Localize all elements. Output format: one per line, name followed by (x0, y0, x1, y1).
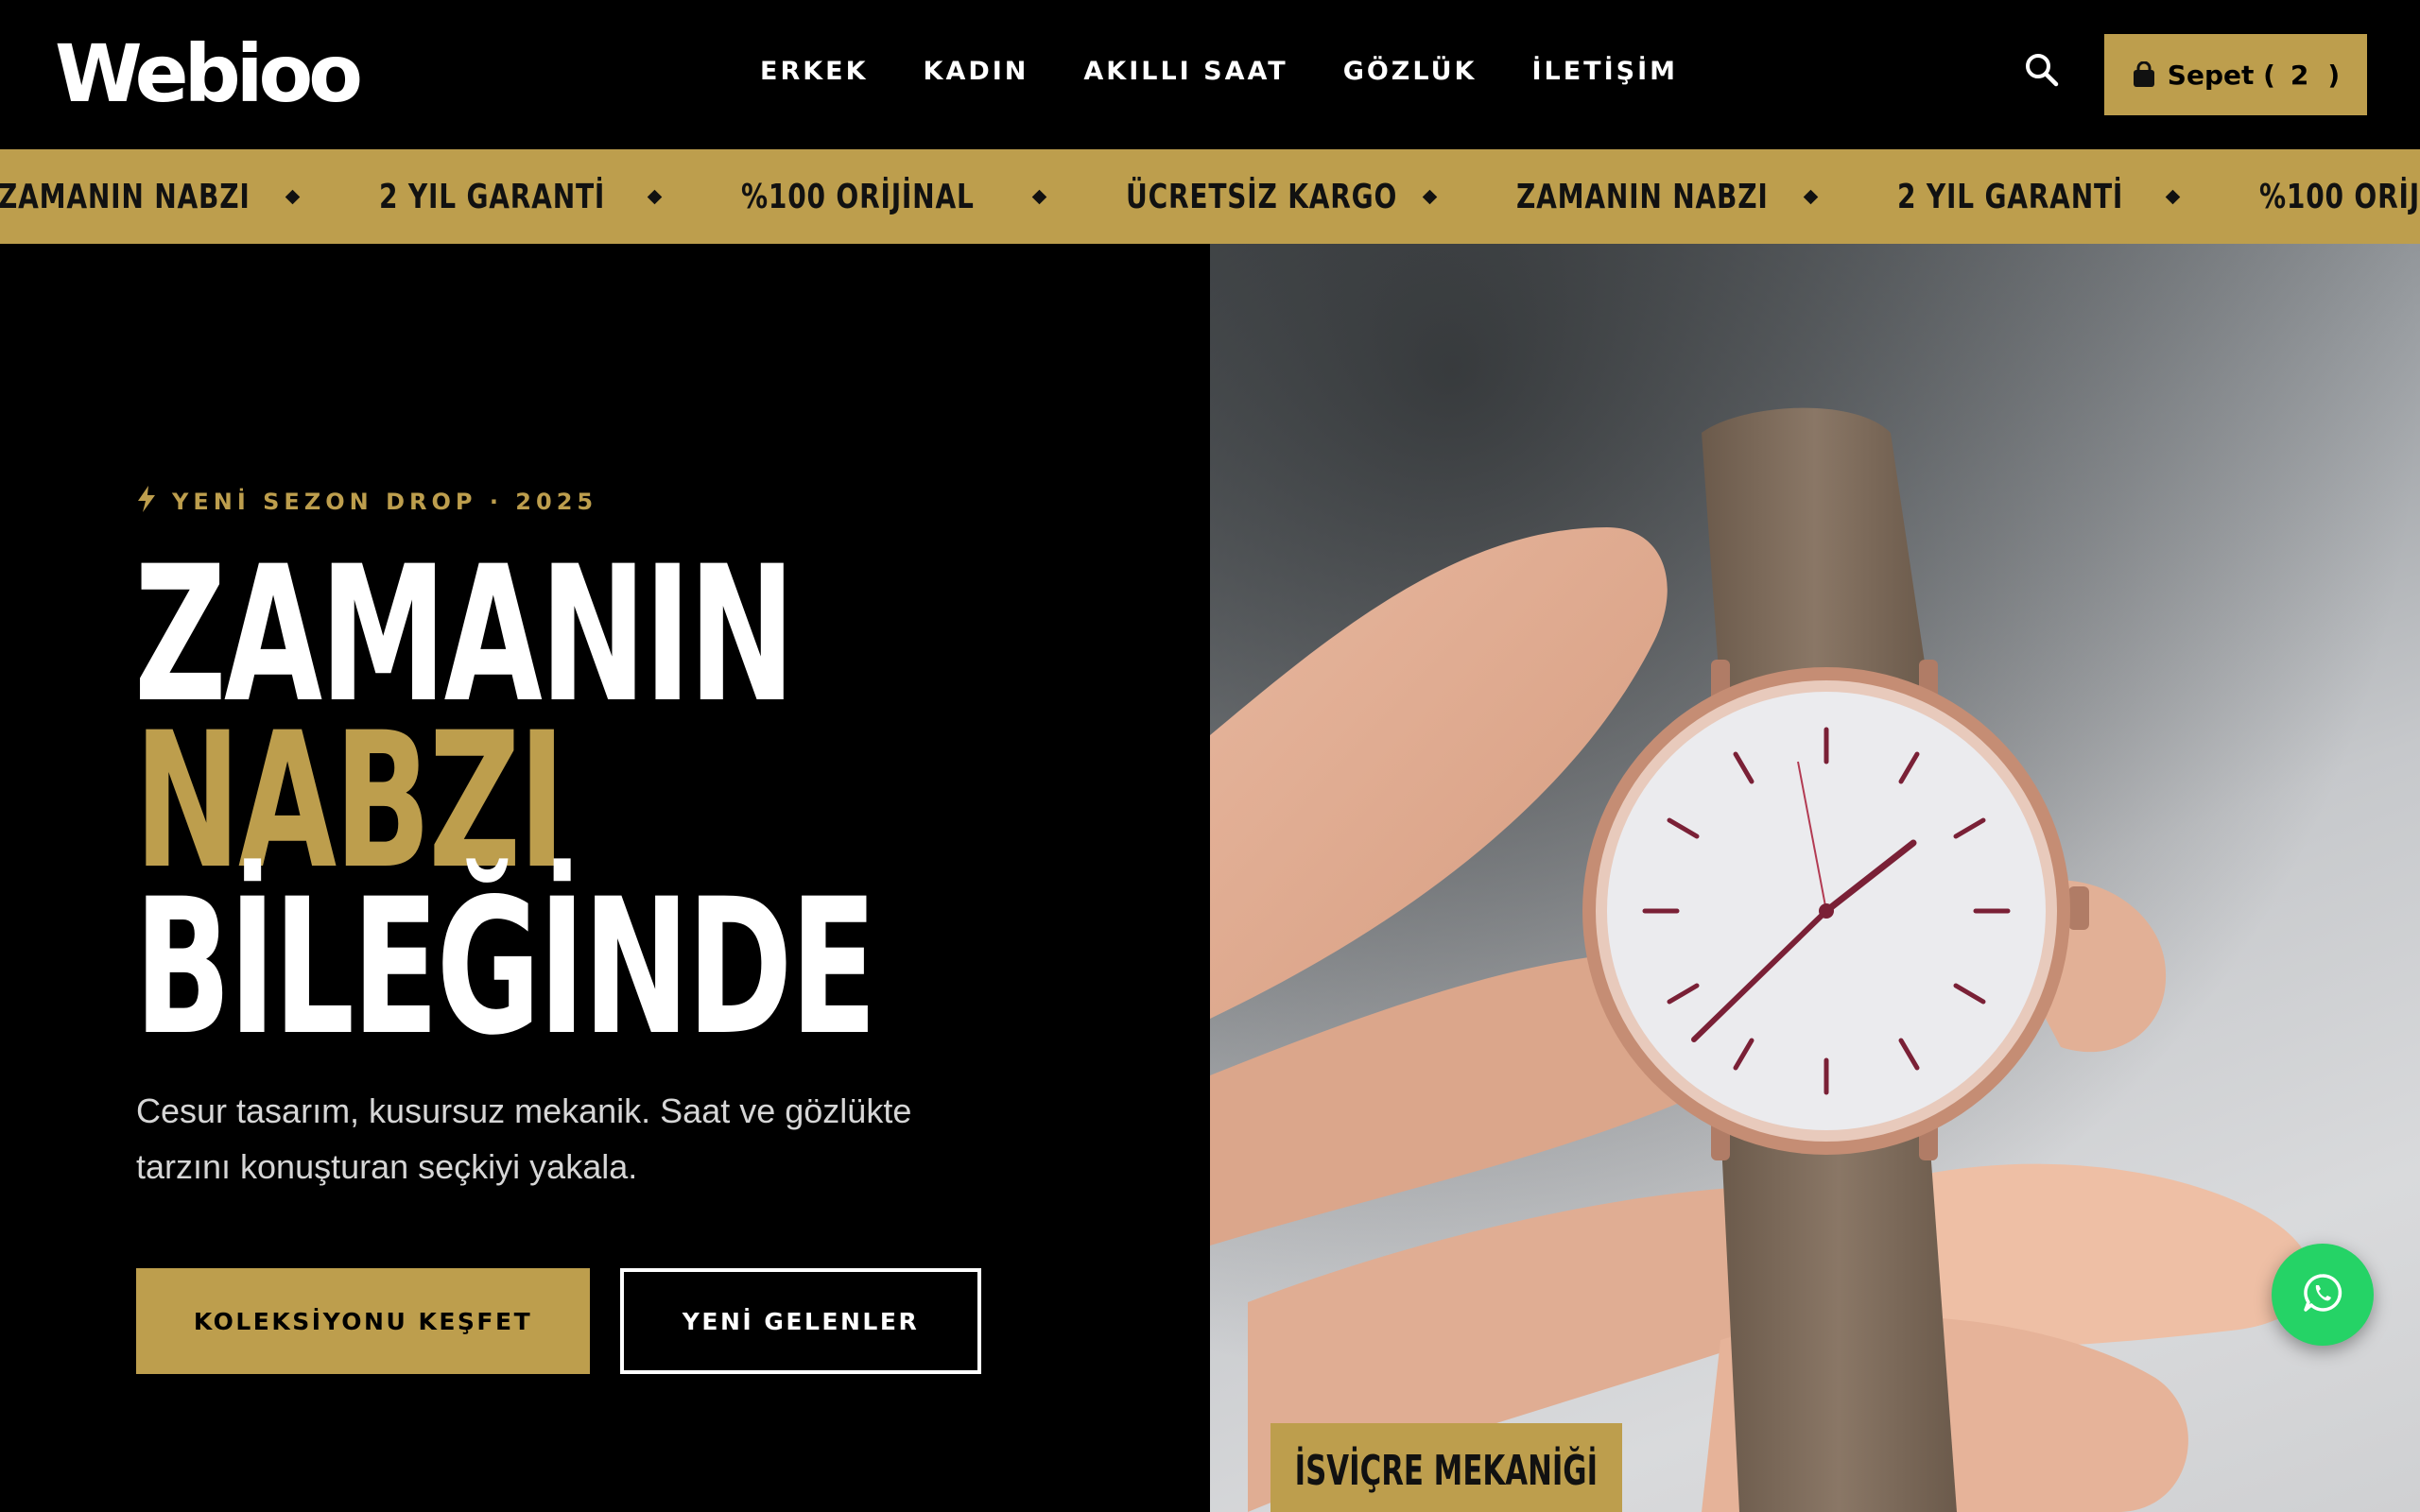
ticker-track: ZAMANIN NABZI 2 YIL GARANTİ %100 ORİJİNA… (0, 149, 2420, 244)
hero-content: YENİ SEZON DROP · 2025 ZAMANIN NABZI BİL… (0, 244, 1210, 1512)
site-header: Webioo ERKEK KADIN AKILLI SAAT GÖZLÜK İL… (0, 0, 2420, 149)
new-arrivals-button[interactable]: YENİ GELENLER (620, 1268, 981, 1374)
diamond-separator-icon (285, 189, 301, 204)
badge-label: İSVİÇRE MEKANİĞİ (1294, 1446, 1599, 1495)
search-icon[interactable] (2023, 51, 2061, 89)
main-nav: ERKEK KADIN AKILLI SAAT GÖZLÜK İLETİŞİM (760, 53, 1678, 91)
cart-count: 2 (2290, 59, 2309, 91)
hero-eyebrow: YENİ SEZON DROP · 2025 (136, 486, 597, 518)
explore-collection-button[interactable]: KOLEKSİYONU KEŞFET (136, 1268, 590, 1374)
brand-logo[interactable]: Webioo (55, 34, 363, 113)
whatsapp-button[interactable] (2272, 1244, 2374, 1346)
cart-button[interactable]: Sepet ( 2 ) (2104, 34, 2367, 115)
cart-label-close: ) (2327, 59, 2341, 91)
nav-item-gozluk[interactable]: GÖZLÜK (1343, 53, 1478, 91)
nav-item-kadin[interactable]: KADIN (924, 53, 1029, 91)
swiss-mechanic-badge: İSVİÇRE MEKANİĞİ (1270, 1423, 1622, 1512)
announcement-ticker: ZAMANIN NABZI 2 YIL GARANTİ %100 ORİJİNA… (0, 149, 2420, 244)
whatsapp-icon (2302, 1272, 2343, 1318)
ticker-item: %100 ORİJİNAL (741, 177, 975, 216)
ticker-item: ZAMANIN NABZI (0, 177, 251, 216)
diamond-separator-icon (1803, 189, 1819, 204)
cart-label: Sepet ( (2167, 59, 2275, 91)
diamond-separator-icon (1031, 189, 1047, 204)
ticker-item: 2 YIL GARANTİ (1897, 177, 2124, 216)
ticker-item: %100 ORİJİNAL (2259, 177, 2420, 216)
ticker-item: ZAMANIN NABZI (1516, 177, 1769, 216)
lightning-icon (136, 486, 157, 518)
ticker-item: 2 YIL GARANTİ (379, 177, 606, 216)
shopping-bag-icon (2132, 60, 2156, 88)
nav-item-erkek[interactable]: ERKEK (760, 53, 869, 91)
hero-subtitle: Cesur tasarım, kusursuz mekanik. Saat ve… (136, 1091, 912, 1186)
ticker-item: ÜCRETSİZ KARGO (1126, 177, 1398, 216)
hero-headline: ZAMANIN NABZI BİLEĞİNDE (134, 541, 1223, 1076)
diamond-separator-icon (647, 189, 663, 204)
headline-line-3: BİLEĞİNDE (134, 858, 877, 1076)
nav-item-akilli-saat[interactable]: AKILLI SAAT (1083, 53, 1288, 91)
diamond-separator-icon (2165, 189, 2181, 204)
diamond-separator-icon (1422, 189, 1438, 204)
nav-item-iletisim[interactable]: İLETİŞİM (1531, 53, 1678, 91)
hero-watch-image (1210, 244, 2420, 1512)
hero-eyebrow-text: YENİ SEZON DROP · 2025 (172, 489, 598, 515)
